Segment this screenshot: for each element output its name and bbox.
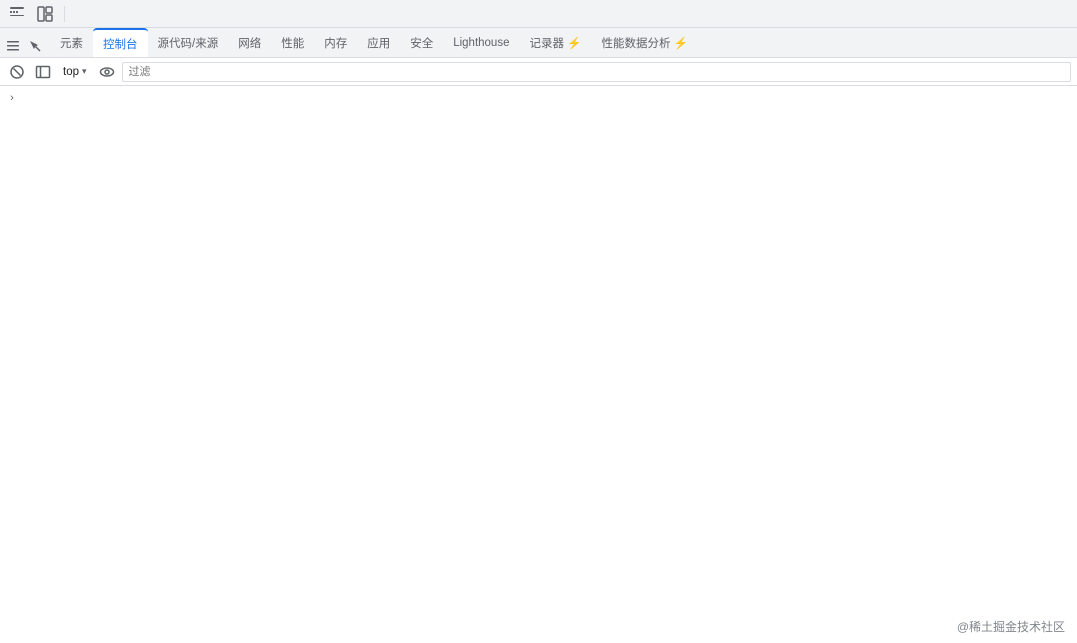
inspect-icon[interactable] [26, 35, 44, 57]
create-live-expression-icon[interactable] [96, 61, 118, 83]
tab-network[interactable]: 网络 [228, 29, 271, 57]
devtools-dock-icon[interactable] [6, 3, 28, 25]
context-arrow-icon: ▾ [82, 66, 87, 77]
devtools-layout-icon[interactable] [34, 3, 56, 25]
tab-recorder[interactable]: 记录器 ⚡ [519, 29, 591, 57]
tab-application[interactable]: 应用 [357, 29, 400, 57]
expand-chevron-icon[interactable]: › [4, 90, 20, 106]
console-content: › [0, 86, 1077, 643]
context-label: top [63, 66, 79, 78]
tab-security[interactable]: 安全 [400, 29, 443, 57]
tab-elements[interactable]: 元素 [50, 29, 93, 57]
context-selector[interactable]: top ▾ [58, 64, 92, 80]
tab-performance-insights[interactable]: 性能数据分析 ⚡ [592, 29, 699, 57]
tab-memory[interactable]: 内存 [314, 29, 357, 57]
tab-bar: 元素 控制台 源代码/来源 网络 性能 内存 应用 安全 Lighthouse … [0, 28, 1077, 58]
tab-console[interactable]: 控制台 [93, 28, 148, 57]
clear-console-icon[interactable] [6, 61, 28, 83]
toolbar-divider [64, 6, 65, 22]
console-toolbar: top ▾ [0, 58, 1077, 86]
watermark: @稀土掘金技术社区 [957, 618, 1065, 635]
tab-sources[interactable]: 源代码/来源 [148, 29, 229, 57]
devtools-hamburger-icon[interactable] [4, 35, 22, 57]
top-toolbar [0, 0, 1077, 28]
tab-lighthouse[interactable]: Lighthouse [443, 29, 519, 57]
filter-input-wrapper [122, 62, 1071, 82]
sidebar-toggle-icon[interactable] [32, 61, 54, 83]
filter-input[interactable] [122, 62, 1071, 82]
tab-performance[interactable]: 性能 [271, 29, 314, 57]
